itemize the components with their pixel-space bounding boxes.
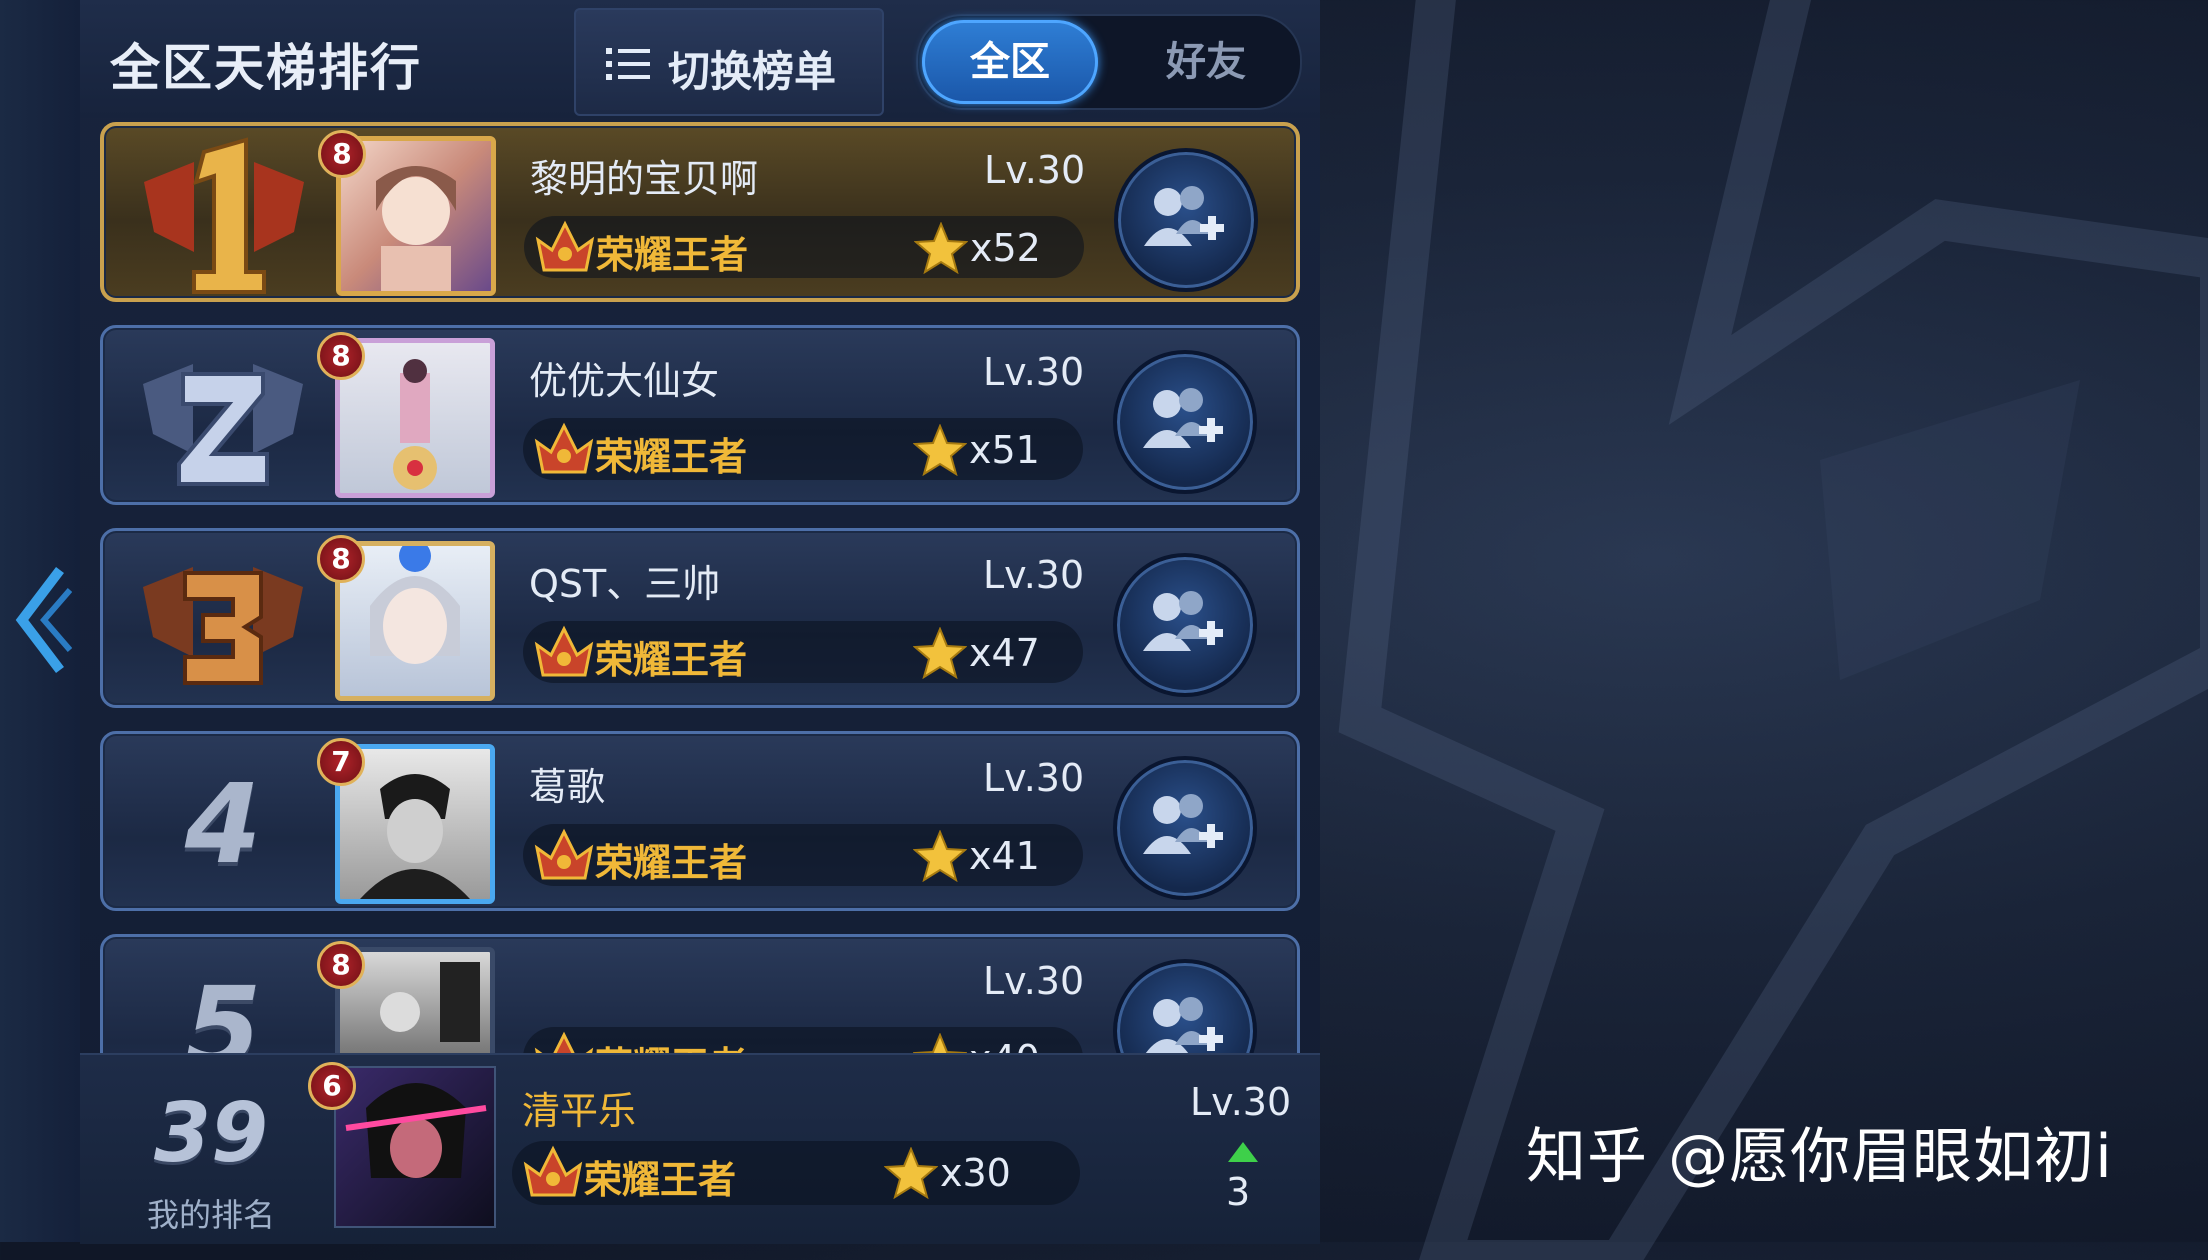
player-name: 黎明的宝贝啊 [530,157,759,201]
add-friend-button[interactable] [1113,350,1257,494]
star-icon [913,627,967,679]
switch-list-label: 切换榜单 [668,47,837,96]
add-friend-icon [1145,997,1223,1053]
player-level: Lv.30 [984,148,1086,192]
tier-bar: 荣耀王者 x52 [524,216,1084,278]
tier-name: 荣耀王者 [595,841,748,885]
star-count: x47 [969,631,1040,675]
my-tier-bar: 荣耀王者 x30 [512,1141,1080,1205]
vip-level-badge: 8 [317,332,365,380]
add-friend-icon [1143,388,1223,448]
player-name: 优优大仙女 [529,359,720,403]
add-friend-icon [1144,186,1224,246]
add-friend-icon [1143,794,1223,854]
king-tier-icon [523,1145,583,1197]
tab-friends[interactable]: 好友 [1118,20,1294,104]
background-emblem [1338,0,2208,1260]
tab-all-region[interactable]: 全区 [922,20,1098,104]
vip-level-badge: 7 [317,738,365,786]
add-friend-button[interactable] [1114,148,1258,292]
rank-number: 4 [184,760,262,888]
star-icon [913,830,967,882]
player-name: 葛歌 [529,765,606,809]
player-level: Lv.30 [983,756,1085,800]
my-name: 清平乐 [522,1089,637,1133]
scope-tabs: 全区 好友 [916,14,1302,110]
tier-bar: 荣耀王者 x40 [523,1027,1083,1053]
add-friend-icon [1143,591,1223,651]
ranking-row[interactable]: 5 8 Lv.30 荣耀王者 x40 [100,934,1300,1053]
my-level: Lv.30 [1190,1080,1292,1124]
my-rank-number: 39 [153,1086,269,1181]
rank-change: 3 [1226,1170,1251,1214]
page-title: 全区天梯排行 [110,39,422,97]
add-friend-button[interactable] [1113,959,1257,1053]
rank-2-badge-icon [143,364,303,486]
watermark: 知乎 @愿你眉眼如初i [1526,1122,2113,1192]
star-count: x40 [969,1037,1040,1053]
king-tier-icon [534,625,594,677]
vip-level-badge: 8 [317,535,365,583]
king-tier-icon [534,1031,594,1053]
player-level: Lv.30 [983,350,1085,394]
king-tier-icon [534,422,594,474]
ranking-row[interactable]: 8 优优大仙女 Lv.30 荣耀王者 x51 [100,325,1300,505]
tier-bar: 荣耀王者 x47 [523,621,1083,683]
rank-3-badge-icon [143,567,303,685]
tier-name: 荣耀王者 [595,638,748,682]
star-icon [913,424,967,476]
rank-1-badge-icon [144,137,304,294]
tier-name: 荣耀王者 [595,435,748,479]
star-count: x51 [969,428,1040,472]
list-icon [606,48,650,80]
back-arrow-icon[interactable] [10,560,72,680]
rank-up-arrow-icon [1228,1142,1258,1162]
player-name: QST、三帅 [529,562,721,606]
ranking-row[interactable]: 8 QST、三帅 Lv.30 荣耀王者 x47 [100,528,1300,708]
switch-list-button[interactable]: 切换榜单 [574,8,884,116]
tier-bar: 荣耀王者 x51 [523,418,1083,480]
king-tier-icon [535,220,595,272]
add-friend-button[interactable] [1113,553,1257,697]
vip-level-badge: 8 [317,941,365,989]
vip-level-badge: 8 [318,130,366,178]
star-count: x52 [970,226,1041,270]
rank-number: 5 [184,963,262,1053]
tier-bar: 荣耀王者 x41 [523,824,1083,886]
ranking-row[interactable]: 4 7 葛歌 Lv.30 荣耀王者 x41 [100,731,1300,911]
star-icon [913,1033,967,1053]
player-level: Lv.30 [983,959,1085,1003]
my-tier-name: 荣耀王者 [584,1158,737,1202]
my-rank-label: 我的排名 [146,1196,275,1234]
add-friend-button[interactable] [1113,756,1257,900]
my-star-count: x30 [940,1151,1011,1195]
tier-name: 荣耀王者 [595,1035,747,1053]
star-icon [914,222,968,274]
star-count: x41 [969,834,1040,878]
player-level: Lv.30 [983,553,1085,597]
tier-name: 荣耀王者 [596,233,749,277]
ranking-list: 8 黎明的宝贝啊 Lv.30 荣耀王者 x52 8 优优大仙女 Lv.30 荣耀… [80,118,1320,1053]
king-tier-icon [534,828,594,880]
ranking-row[interactable]: 8 黎明的宝贝啊 Lv.30 荣耀王者 x52 [100,122,1300,302]
my-avatar[interactable] [334,1066,496,1228]
my-vip-level-badge: 6 [308,1062,356,1110]
star-icon [884,1147,938,1199]
